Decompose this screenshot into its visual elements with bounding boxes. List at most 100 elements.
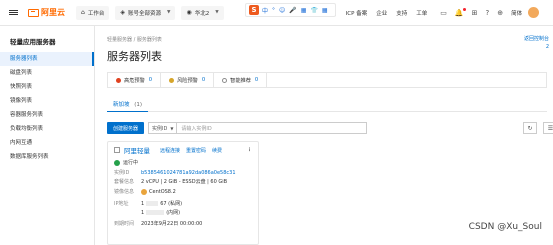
ime-punct-icon[interactable]: ° [272, 7, 275, 14]
chevron-down-icon: ▼ [215, 10, 219, 15]
sidebar: 轻量应用服务器 服务器列表 磁盘列表 快照列表 镜像列表 容器服务列表 负载均衡… [0, 26, 95, 245]
reset-password-link[interactable]: 重置密码 [186, 147, 206, 154]
ip-row-1: IP地址 1 67 (私网) [108, 200, 258, 209]
page-title: 服务器列表 [107, 50, 162, 63]
ip-suffix: 67 (私网) [160, 201, 183, 207]
redacted-block [146, 210, 165, 215]
row-label: 套餐信息 [114, 179, 135, 185]
image-row: 镜像信息 CentOS8.2 [108, 187, 258, 197]
ime-toolbar: S 中 ° ☺ 🎤 ▦ 👕 ▦ [245, 3, 336, 17]
row-label-empty [114, 209, 141, 218]
account-scope-dropdown[interactable]: ◈ 账号全部资源 ▼ [115, 5, 176, 20]
csdn-watermark: CSDN @Xu_Soul [468, 222, 542, 232]
terminal-icon[interactable]: ▭ [440, 9, 447, 17]
sidebar-item-container-list[interactable]: 容器服务列表 [0, 108, 94, 122]
back-to-console-link[interactable]: 返回控制台 [524, 35, 549, 43]
sidebar-item-snapshot-list[interactable]: 快照列表 [0, 80, 94, 94]
refresh-icon[interactable]: ↻ [523, 122, 537, 134]
ip-prefix: 1 [141, 201, 145, 207]
search-placeholder: 请输入实例ID [181, 125, 212, 132]
ime-emoji-icon[interactable]: ☺ [279, 7, 285, 14]
running-status-icon [114, 159, 120, 166]
sidebar-item-database-list[interactable]: 数据库服务列表 [0, 150, 94, 164]
alert-count: 0 [201, 77, 206, 83]
chevron-down-icon: ▼ [166, 10, 171, 15]
more-icon[interactable]: ⋮ [247, 147, 252, 153]
alert-risk[interactable]: 风险预警 0 [161, 73, 215, 87]
ip-public: 1 67 (私网) [141, 200, 182, 209]
logo-text: 阿里云 [41, 8, 65, 17]
aliyun-logo[interactable]: 阿里云 [28, 7, 76, 18]
workbench-button[interactable]: ⌂ 工作台 [76, 5, 110, 20]
avatar[interactable] [528, 7, 540, 18]
ip-row-2: 1 (内网) [108, 209, 258, 218]
ime-mic-icon[interactable]: 🎤 [289, 7, 296, 14]
cart-icon[interactable]: ⊞ [472, 9, 478, 17]
nav-support[interactable]: 支持 [396, 9, 407, 17]
sidebar-item-server-list[interactable]: 服务器列表 [0, 52, 94, 66]
row-label: 镜像信息 [114, 189, 135, 195]
sidebar-item-load-balancer-list[interactable]: 负载均衡列表 [0, 122, 94, 136]
filter-field-label: 实例ID [152, 125, 168, 132]
alert-label: 风险预警 [177, 77, 198, 84]
expire-value: 2023年9月22日 00:00:00 [141, 221, 203, 227]
spec-row: 套餐信息 2 vCPU | 2 GiB - ESSD云盘 | 60 GiB [108, 178, 258, 187]
sidebar-item-disk-list[interactable]: 磁盘列表 [0, 66, 94, 80]
status-text: 运行中 [123, 160, 139, 166]
workbench-label: 工作台 [87, 10, 105, 17]
instance-checkbox[interactable] [114, 147, 120, 153]
sogou-logo-icon[interactable]: S [249, 5, 259, 15]
alert-label: 智能推荐 [230, 77, 251, 84]
nav-enterprise[interactable]: 企业 [376, 9, 387, 17]
ime-keyboard-icon[interactable]: ▦ [301, 7, 307, 14]
ime-grid-icon[interactable]: ▦ [322, 7, 328, 14]
risk-icon [169, 77, 175, 83]
sidebar-item-intranet[interactable]: 内网互通 [0, 136, 94, 150]
nav-icp[interactable]: ICP 备案 [346, 9, 368, 17]
high-risk-icon [116, 77, 121, 83]
expire-row: 到期时间 2023年9月22日 00:00:00 [108, 220, 258, 229]
resource-group-icon: ◈ [120, 9, 125, 16]
spec-value: 2 vCPU | 2 GiB - ESSD云盘 | 60 GiB [141, 179, 228, 185]
redacted-block [146, 201, 159, 206]
alert-count: 0 [148, 77, 153, 83]
row-label: IP地址 [114, 201, 129, 207]
filter-field-select[interactable]: 实例ID ▼ [148, 122, 178, 134]
instance-name[interactable]: 阿里轻量 [124, 145, 150, 155]
tab-count: (1) [134, 102, 143, 108]
lang-label[interactable]: 简体 [511, 9, 522, 17]
region-tabs: 新加坡 (1) [107, 98, 547, 112]
main-content: 轻量服务器 / 服务器列表 服务器列表 返回控制台 2 高危预警 0 风险预警 … [95, 26, 553, 245]
instance-id-row: 实例ID b5385461024781a92da086a0e58c31 [108, 169, 258, 178]
breadcrumb: 轻量服务器 / 服务器列表 [107, 37, 162, 43]
alert-count: 0 [254, 77, 259, 83]
right-link-2[interactable]: 2 [524, 43, 549, 51]
globe-icon[interactable]: ⊕ [497, 9, 503, 17]
alert-high-risk[interactable]: 高危预警 0 [108, 73, 162, 87]
region-dropdown[interactable]: ◉ 华北2 ▼ [181, 5, 224, 20]
list-view-icon[interactable]: ☰ [543, 122, 553, 134]
image-value: CentOS8.2 [141, 187, 176, 197]
aliyun-logo-icon [28, 8, 39, 17]
ip-prefix: 1 [141, 210, 145, 216]
bell-icon[interactable]: 🔔 [455, 7, 466, 17]
sidebar-item-image-list[interactable]: 镜像列表 [0, 94, 94, 108]
ime-skin-icon[interactable]: 👕 [310, 7, 317, 14]
hamburger-menu-icon[interactable] [0, 0, 26, 26]
ip-suffix: (内网) [166, 210, 181, 216]
alert-summary-bar: 高危预警 0 风险预警 0 智能推荐 0 [107, 72, 547, 88]
sidebar-title: 轻量应用服务器 [10, 38, 56, 46]
search-input[interactable]: 请输入实例ID [177, 122, 368, 134]
remote-connect-link[interactable]: 远程连接 [160, 147, 180, 154]
renew-link[interactable]: 续费 [212, 147, 222, 154]
ime-chinese-mode[interactable]: 中 [262, 6, 268, 15]
top-nav: 费用 ICP 备案 企业 支持 工单 [326, 9, 437, 17]
alert-recommend[interactable]: 智能推荐 0 [214, 73, 268, 87]
nav-ticket[interactable]: 工单 [416, 9, 427, 17]
tab-singapore[interactable]: 新加坡 (1) [107, 100, 149, 112]
instance-id-value[interactable]: b5385461024781a92da086a0e58c31 [141, 169, 236, 178]
recommend-icon [222, 77, 228, 83]
create-server-button[interactable]: 创建服务器 [107, 122, 145, 134]
help-icon[interactable]: ? [485, 9, 489, 17]
instance-card: 阿里轻量 远程连接 重置密码 续费 ⋮ 运行中 实例ID b5385461024… [107, 141, 259, 245]
